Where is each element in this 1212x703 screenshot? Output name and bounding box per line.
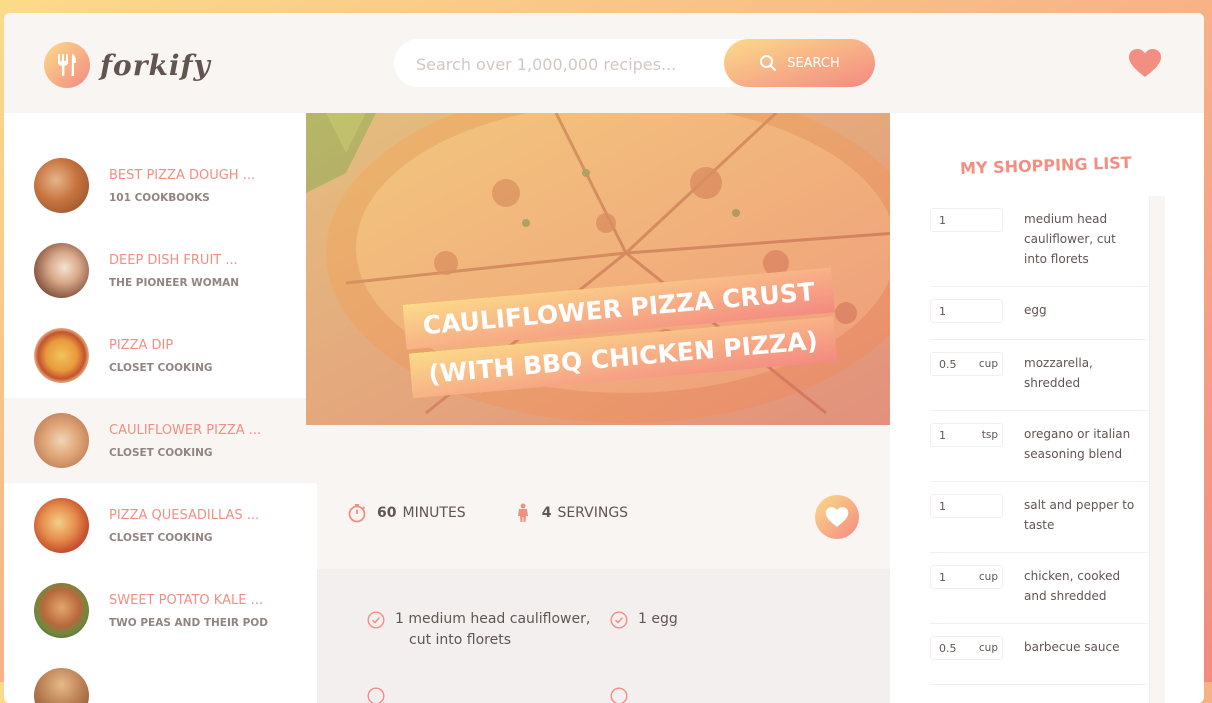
result-item[interactable]: Sweet Potato Kale ... Two Peas and Their…	[4, 568, 317, 653]
result-publisher: Closet Cooking	[109, 361, 213, 374]
search-icon	[760, 55, 777, 72]
count-input[interactable]: 1	[930, 494, 1003, 518]
ingredient-text-cont: cut into florets	[409, 632, 512, 648]
search-form: Search	[394, 39, 875, 89]
result-publisher: Two Peas and Their Pod	[109, 616, 268, 629]
recipe-details: 60 minutes 4 servings	[317, 483, 890, 543]
shopping-item: 1 medium head cauliflower, cut into flor…	[930, 196, 1148, 287]
search-results: Best Pizza Dough ... 101 Cookbooks Deep …	[4, 113, 317, 703]
ingredient-item: 1 egg	[610, 609, 678, 630]
shopping-item-desc: medium head cauliflower, cut into floret…	[1024, 212, 1116, 266]
result-title: Pizza Quesadillas ...	[109, 507, 260, 523]
ingredients-list: 1 medium head cauliflower, cut into flor…	[317, 569, 890, 703]
result-item[interactable]	[4, 653, 317, 703]
result-item[interactable]: Pizza Dip Closet Cooking	[4, 313, 317, 398]
like-button[interactable]	[815, 495, 859, 539]
shopping-item: 0.5 cup mozzarella, shredded	[930, 340, 1148, 411]
result-thumbnail	[34, 668, 89, 703]
shopping-list: My Shopping List 1 medium head cauliflow…	[890, 113, 1204, 703]
count-input[interactable]: 1	[930, 208, 1003, 232]
fork-knife-icon	[44, 42, 90, 88]
shopping-item: 1 egg	[930, 287, 1148, 340]
result-thumbnail	[34, 158, 89, 213]
result-thumbnail	[34, 328, 89, 383]
check-icon	[610, 687, 628, 703]
ingredient-item: 1 medium head cauliflower, cut into flor…	[367, 609, 590, 651]
recipe-servings: 4 servings	[516, 503, 628, 523]
shopping-heading: My Shopping List	[959, 153, 1132, 179]
stopwatch-icon	[348, 504, 366, 523]
result-thumbnail	[34, 413, 89, 468]
shopping-item-desc: barbecue sauce	[1024, 640, 1120, 654]
shopping-item-desc: egg	[1024, 303, 1047, 317]
result-item[interactable]: Pizza Quesadillas ... Closet Cooking	[4, 483, 317, 568]
check-icon	[610, 611, 628, 629]
person-icon	[517, 503, 528, 522]
shopping-scrollbar[interactable]	[1149, 196, 1165, 703]
result-publisher: 101 Cookbooks	[109, 191, 210, 204]
recipe-servings-label: servings	[557, 505, 629, 521]
result-title: Pizza Dip	[109, 337, 174, 353]
likes-heart-icon[interactable]	[1128, 48, 1162, 82]
result-title: Cauliflower Pizza ...	[109, 422, 262, 438]
recipe-time: 60 minutes	[347, 503, 466, 523]
check-icon	[367, 611, 385, 629]
app-container: forkify Search Best Pizza Dough ...	[4, 13, 1204, 703]
result-thumbnail	[34, 243, 89, 298]
heart-icon	[825, 507, 849, 527]
result-title: Deep Dish Fruit ...	[109, 252, 238, 268]
shopping-item-desc: mozzarella, shredded	[1024, 356, 1093, 390]
result-item[interactable]: Deep Dish Fruit ... The Pioneer Woman	[4, 228, 317, 313]
result-item[interactable]: Best Pizza Dough ... 101 Cookbooks	[4, 143, 317, 228]
shopping-item: 0.5 cup barbecue sauce	[930, 624, 1148, 685]
ingredient-text: 1 egg	[638, 611, 678, 627]
shopping-item-desc: oregano or italian seasoning blend	[1024, 427, 1131, 461]
recipe-view: Cauliflower Pizza Crust (with BBQ Chicke…	[306, 113, 901, 703]
result-thumbnail	[34, 583, 89, 638]
logo[interactable]: forkify	[44, 42, 211, 88]
shopping-item: 1 tsp oregano or italian seasoning blend	[930, 411, 1148, 482]
result-title: Best Pizza Dough ...	[109, 167, 256, 183]
recipe-minutes: 60	[377, 505, 397, 521]
ingredient-text: 1 medium head cauliflower,	[395, 611, 591, 627]
search-button-label: Search	[787, 55, 840, 71]
shopping-item: 1 salt and pepper to taste	[930, 482, 1148, 553]
search-input[interactable]	[414, 39, 708, 89]
result-item-active[interactable]: Cauliflower Pizza ... Closet Cooking	[4, 398, 317, 483]
shopping-item-desc: salt and pepper to taste	[1024, 498, 1135, 532]
result-publisher: Closet Cooking	[109, 531, 213, 544]
result-publisher: Closet Cooking	[109, 446, 213, 459]
shopping-item: 1 cup chicken, cooked and shredded	[930, 553, 1148, 624]
count-input[interactable]: 1	[930, 299, 1003, 323]
shopping-items: 1 medium head cauliflower, cut into flor…	[930, 196, 1148, 703]
result-title: Sweet Potato Kale ...	[109, 592, 263, 608]
header: forkify Search	[4, 13, 1204, 113]
recipe-servings-count: 4	[541, 505, 552, 521]
count-input[interactable]: 0.5 cup	[930, 636, 1003, 660]
result-publisher: The Pioneer Woman	[109, 276, 240, 289]
recipe-image: Cauliflower Pizza Crust (with BBQ Chicke…	[306, 113, 901, 425]
check-icon	[367, 687, 385, 703]
count-input[interactable]: 1 cup	[930, 565, 1003, 589]
count-input[interactable]: 0.5 cup	[930, 352, 1003, 376]
recipe-minutes-label: minutes	[402, 505, 466, 521]
search-button[interactable]: Search	[724, 39, 875, 87]
shopping-item-desc: chicken, cooked and shredded	[1024, 569, 1121, 603]
logo-text: forkify	[100, 48, 211, 82]
result-thumbnail	[34, 498, 89, 553]
count-input[interactable]: 1 tsp	[930, 423, 1003, 447]
